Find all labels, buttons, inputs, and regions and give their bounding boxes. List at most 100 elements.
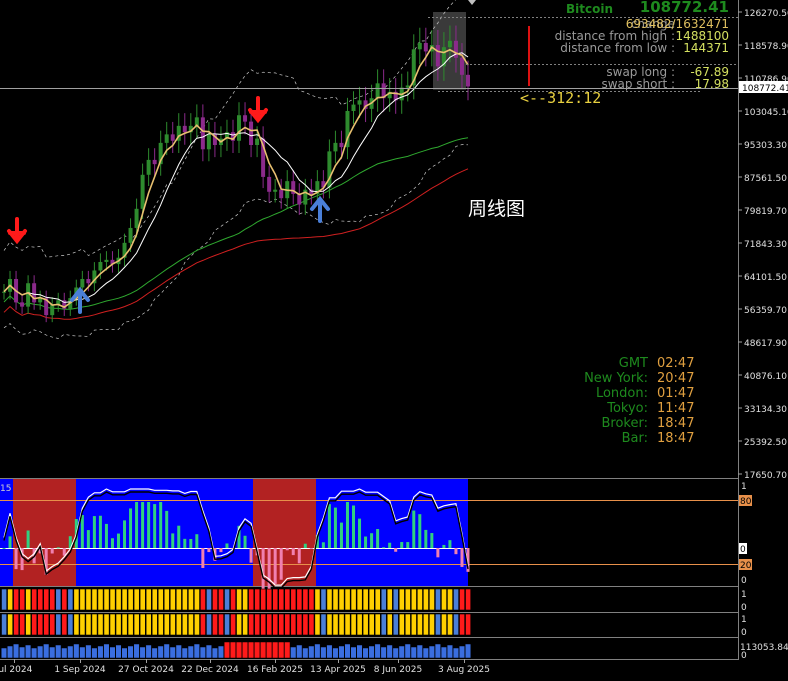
volume-bar xyxy=(320,646,327,659)
date-axis: Jul 2024 1 Sep 2024 27 Oct 2024 22 Dec 2024… xyxy=(0,659,490,675)
row-cell xyxy=(1,588,7,611)
candle-body xyxy=(333,142,338,152)
row-cell xyxy=(459,588,465,611)
volume-bar xyxy=(97,645,104,659)
osc-hist-bar xyxy=(285,548,289,551)
row-cell xyxy=(19,613,26,636)
row-cell xyxy=(314,613,321,636)
volume-bar xyxy=(49,646,56,659)
volume-bar xyxy=(260,641,267,659)
price-tick-label: 126270.50 xyxy=(744,9,788,19)
row-cell xyxy=(139,588,146,611)
candle-body xyxy=(200,117,205,150)
volume-bar xyxy=(85,644,92,659)
candle-body xyxy=(50,304,55,316)
price-tick-label: 33134.30 xyxy=(744,405,787,415)
osc-axis-label: 20 xyxy=(740,561,752,571)
osc-hist-bar xyxy=(219,548,223,553)
clock-label: Broker: xyxy=(601,416,649,431)
row-cell xyxy=(97,613,104,636)
row-cell xyxy=(290,613,297,636)
row-cell xyxy=(121,613,128,636)
volume-bar xyxy=(464,643,472,659)
osc-axis-label: 0 xyxy=(741,576,747,586)
row-cell xyxy=(206,588,212,611)
osc-hist-bar xyxy=(382,547,386,549)
date-label: 13 Apr 2025 xyxy=(310,665,366,675)
row-cell xyxy=(344,613,351,636)
osc-hist-bar xyxy=(189,538,193,548)
volume-bar xyxy=(145,644,152,659)
osc-hist-bar xyxy=(141,502,145,548)
clock-label: Bar: xyxy=(621,431,648,446)
date-label: Jul 2024 xyxy=(0,665,33,675)
row-cell xyxy=(302,613,309,636)
volume-bar xyxy=(151,647,158,659)
candle-body xyxy=(206,134,211,150)
volume-bar xyxy=(37,645,44,659)
volume-bar xyxy=(181,647,188,659)
candle-body xyxy=(182,125,187,133)
row-cell xyxy=(139,613,146,636)
volume-bar xyxy=(434,643,441,659)
clock-row: Bar: 18:47 xyxy=(560,431,740,446)
row-cell xyxy=(260,613,267,636)
volume-bar xyxy=(272,641,279,659)
row-cell xyxy=(200,588,206,611)
row-cell xyxy=(284,613,291,636)
row-cell xyxy=(31,588,38,611)
osc-hist-bar xyxy=(430,533,434,548)
candle-body xyxy=(104,259,109,262)
row-cell xyxy=(308,613,315,636)
row-cell xyxy=(169,588,176,611)
volume-bar xyxy=(284,641,291,659)
candle-body xyxy=(459,57,464,75)
row-axis-label: 1 xyxy=(741,615,747,625)
osc-hist-bar xyxy=(243,535,247,548)
price-tick-label: 118578.90 xyxy=(744,42,788,52)
clock-row: Tokyo: 11:47 xyxy=(560,401,740,416)
row-cell xyxy=(350,588,357,611)
row-cell xyxy=(254,613,261,636)
price-tick-label: 40876.10 xyxy=(744,372,787,382)
row-cell xyxy=(398,588,405,611)
osc-hist-bar xyxy=(165,510,169,548)
clock-panel: GMT 02:47 New York: 20:47 London: 01:47 Tokyo:… xyxy=(560,356,740,446)
osc-hist-bar xyxy=(129,508,133,548)
row-cell xyxy=(200,613,206,636)
row-cell xyxy=(13,613,20,636)
candle-body xyxy=(243,115,248,122)
volume-bar xyxy=(440,646,447,659)
candle-body xyxy=(375,83,380,99)
volume-bar xyxy=(392,647,399,659)
row-cell xyxy=(181,613,188,636)
row-cell xyxy=(465,613,471,636)
row-cell xyxy=(338,588,345,611)
volume-bar xyxy=(25,644,32,659)
osc-hist-bar xyxy=(98,515,102,548)
osc-hist-bar xyxy=(159,502,163,548)
candle-body xyxy=(98,261,103,271)
volume-bar xyxy=(19,646,26,659)
clock-row: London: 01:47 xyxy=(560,386,740,401)
row-cell xyxy=(392,613,399,636)
volume-bar xyxy=(211,647,218,659)
volume-bar xyxy=(422,647,429,659)
candle-body xyxy=(249,121,254,146)
osc-hist-bar xyxy=(123,520,127,548)
osc-axis-label: 0 xyxy=(740,545,746,555)
info-row: distance from low : 144371 xyxy=(540,42,735,54)
row-cell xyxy=(133,588,140,611)
row-cell xyxy=(163,588,170,611)
volume-bar xyxy=(91,647,98,659)
osc-hist-bar xyxy=(321,542,325,548)
row-cell xyxy=(175,588,182,611)
info-panel: Bitcoin 108772.41 change 693482/1632471 di… xyxy=(540,0,735,90)
symbol-name: Bitcoin xyxy=(566,2,614,16)
row-cell xyxy=(398,613,405,636)
info-label: distance from low : xyxy=(560,41,675,55)
osc-hist-bar xyxy=(418,514,422,548)
row-cell xyxy=(181,588,188,611)
osc-hist-bar xyxy=(327,504,331,548)
row-cell xyxy=(37,613,44,636)
